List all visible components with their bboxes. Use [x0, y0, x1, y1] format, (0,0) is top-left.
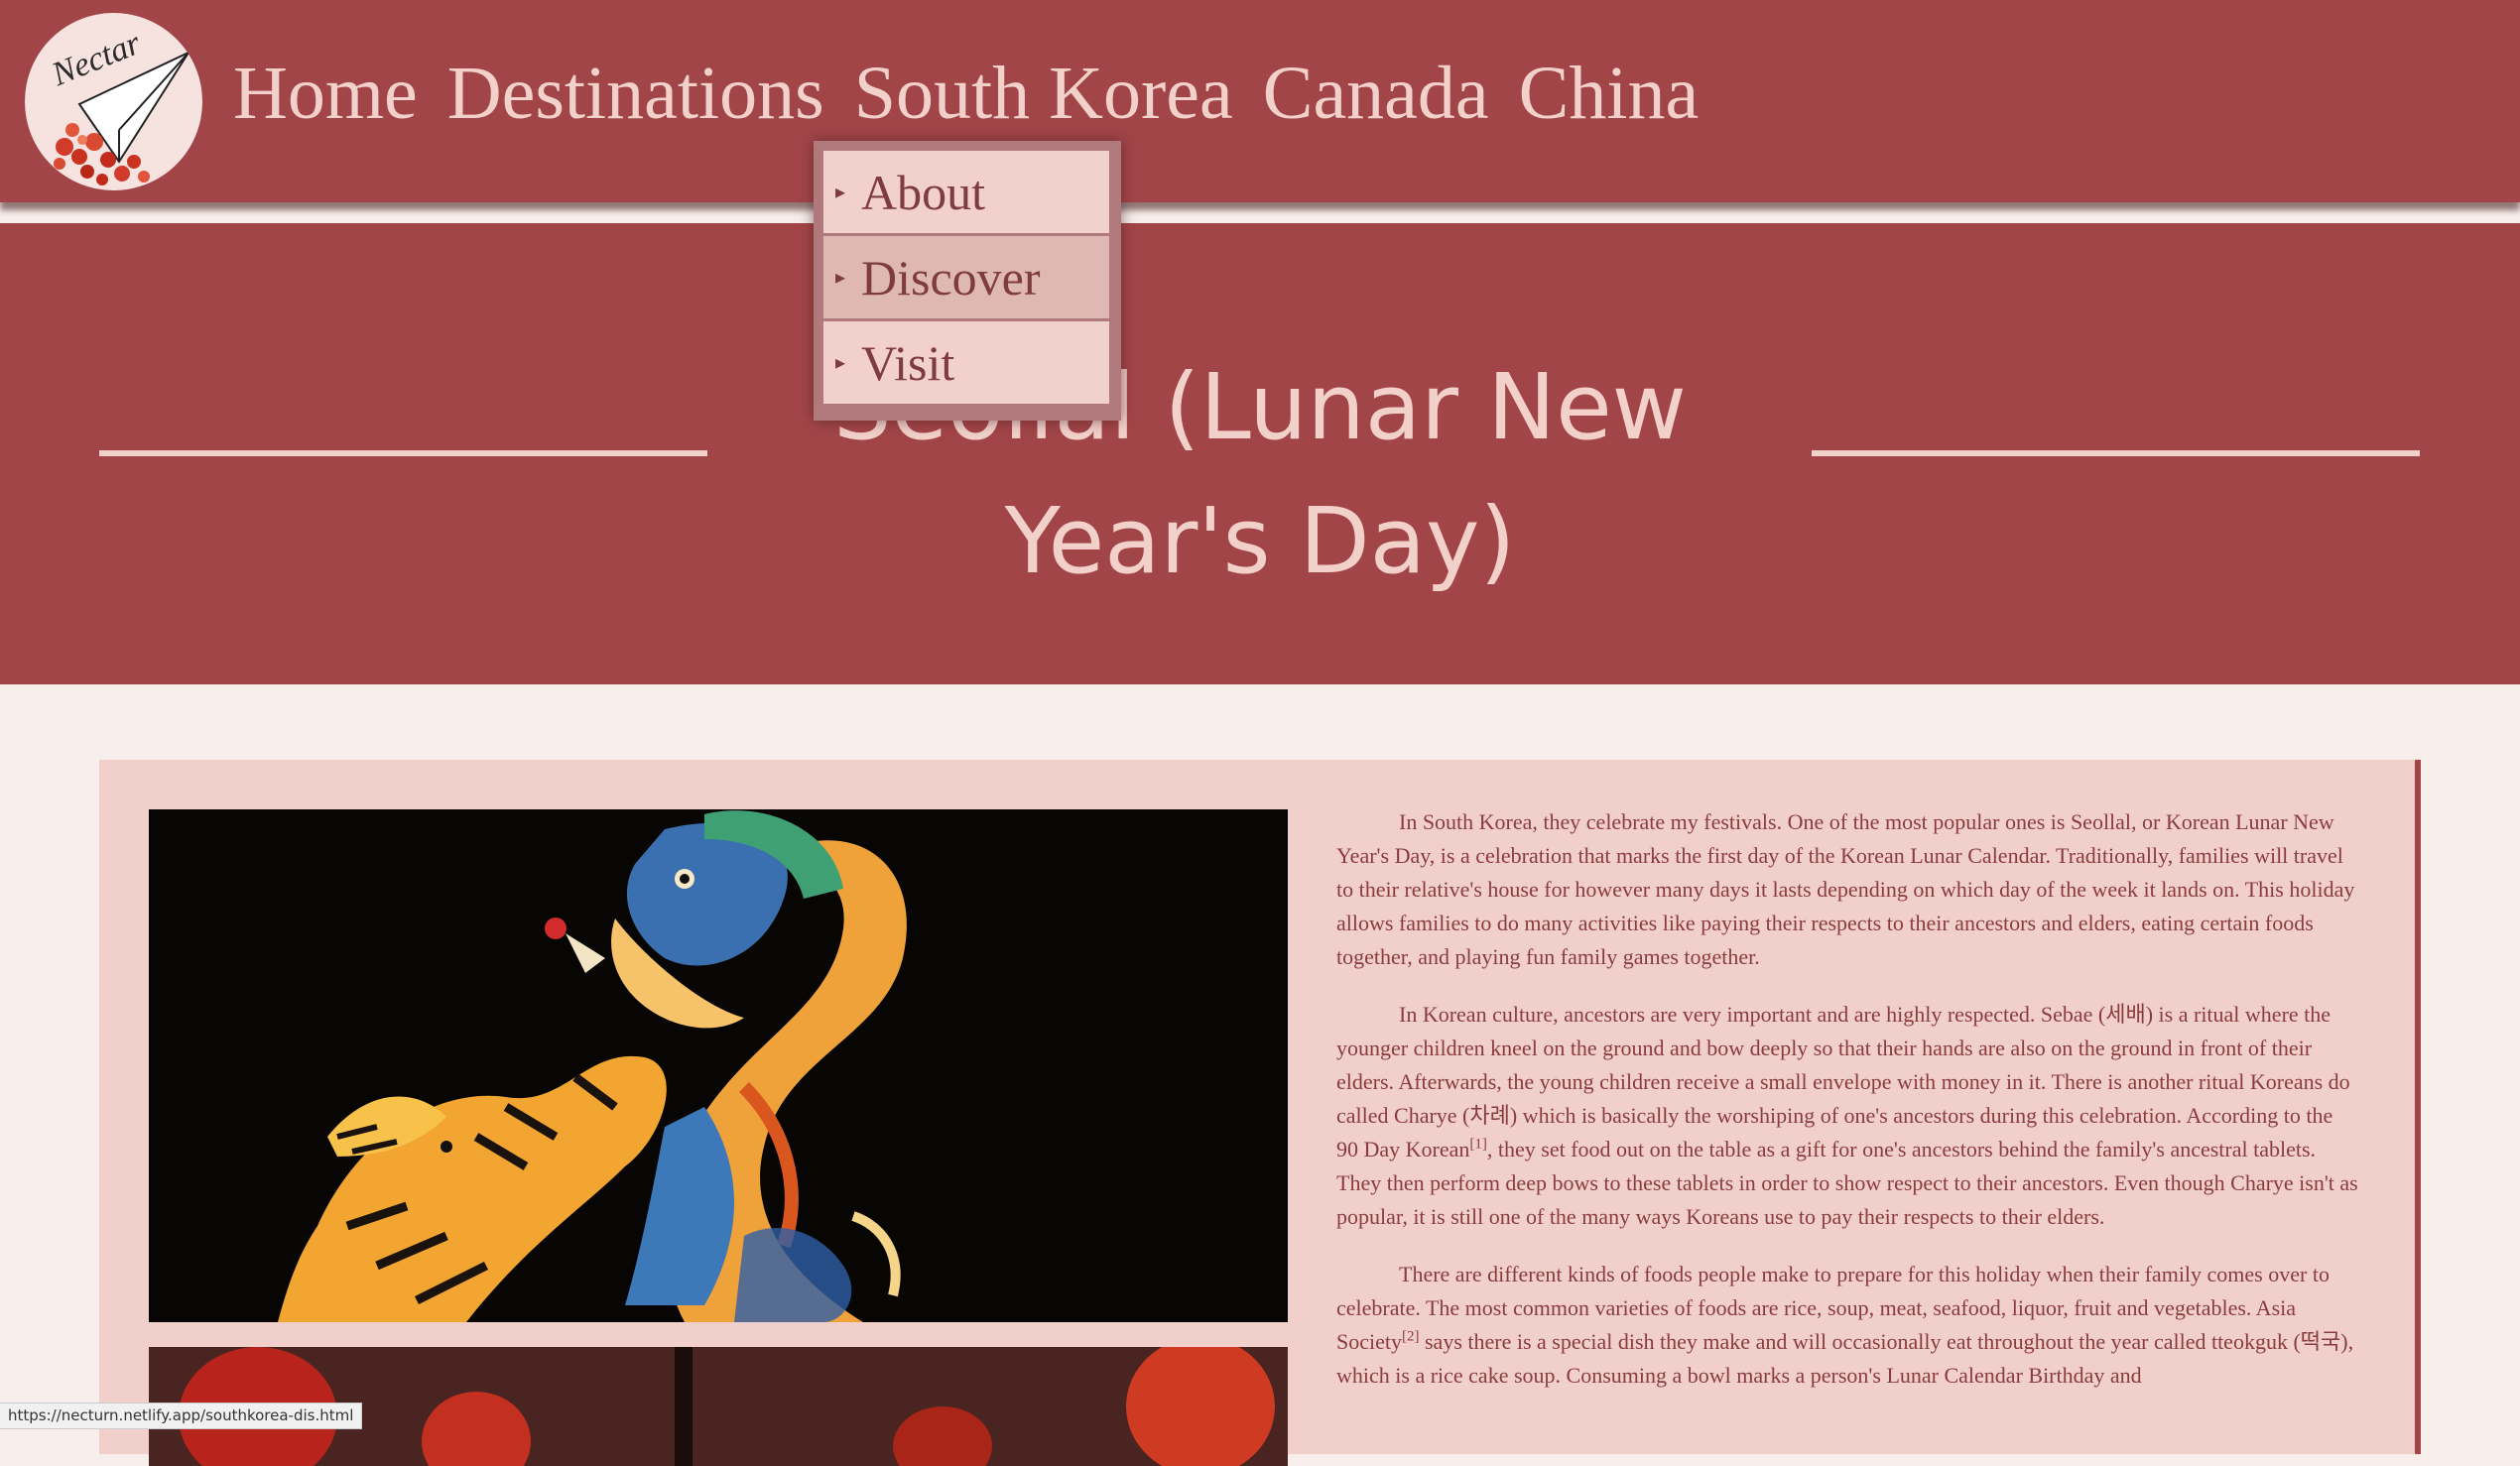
dropdown-item-visit[interactable]: ▸ Visit — [823, 321, 1109, 404]
nav-canada[interactable]: Canada — [1263, 48, 1489, 139]
dropdown-item-label: About — [861, 164, 985, 220]
top-navbar: Nectar Home Destinations South Korea Can… — [0, 0, 2520, 202]
dropdown-item-discover[interactable]: ▸ Discover — [823, 236, 1109, 318]
article-paragraph-1: In South Korea, they celebrate my festiv… — [1336, 809, 2355, 969]
browser-status-url: https://necturn.netlify.app/southkorea-d… — [0, 1403, 363, 1429]
article-paragraph-3: There are different kinds of foods peopl… — [1336, 1258, 2358, 1393]
nav-south-korea[interactable]: South Korea — [854, 48, 1233, 139]
article-paragraph-2: In Korean culture, ancestors are very im… — [1336, 998, 2358, 1234]
hero-divider-left — [99, 450, 707, 456]
south-korea-dropdown: ▸ About ▸ Discover ▸ Visit — [814, 141, 1121, 421]
citation-link-1[interactable]: [1] — [1469, 1137, 1487, 1153]
triangle-right-icon: ▸ — [835, 267, 846, 289]
citation-link-2[interactable]: [2] — [1402, 1329, 1420, 1345]
content-card: In South Korea, they celebrate my festiv… — [99, 760, 2421, 1466]
hero-divider-right — [1812, 450, 2420, 456]
hero-banner: Seollal (Lunar New Year's Day) — [0, 223, 2520, 684]
dropdown-item-label: Visit — [861, 334, 955, 391]
nectar-logo[interactable]: Nectar — [25, 13, 202, 190]
dropdown-item-about[interactable]: ▸ About — [823, 151, 1109, 233]
dropdown-item-label: Discover — [861, 249, 1041, 305]
nav-home[interactable]: Home — [233, 48, 418, 139]
dragon-tiger-lantern-image — [149, 809, 1288, 1322]
nav-destinations[interactable]: Destinations — [447, 48, 824, 139]
nav-china[interactable]: China — [1519, 48, 1700, 139]
main-nav: Home Destinations South Korea Canada Chi… — [233, 48, 1728, 139]
article-paragraph-3-text-b: says there is a special dish they make a… — [1336, 1329, 2354, 1388]
article-text: In South Korea, they celebrate my festiv… — [1336, 805, 2358, 1416]
triangle-right-icon: ▸ — [835, 182, 846, 203]
triangle-right-icon: ▸ — [835, 352, 846, 374]
article-paragraph-2-text-b: , they set food out on the table as a gi… — [1336, 1137, 2358, 1229]
